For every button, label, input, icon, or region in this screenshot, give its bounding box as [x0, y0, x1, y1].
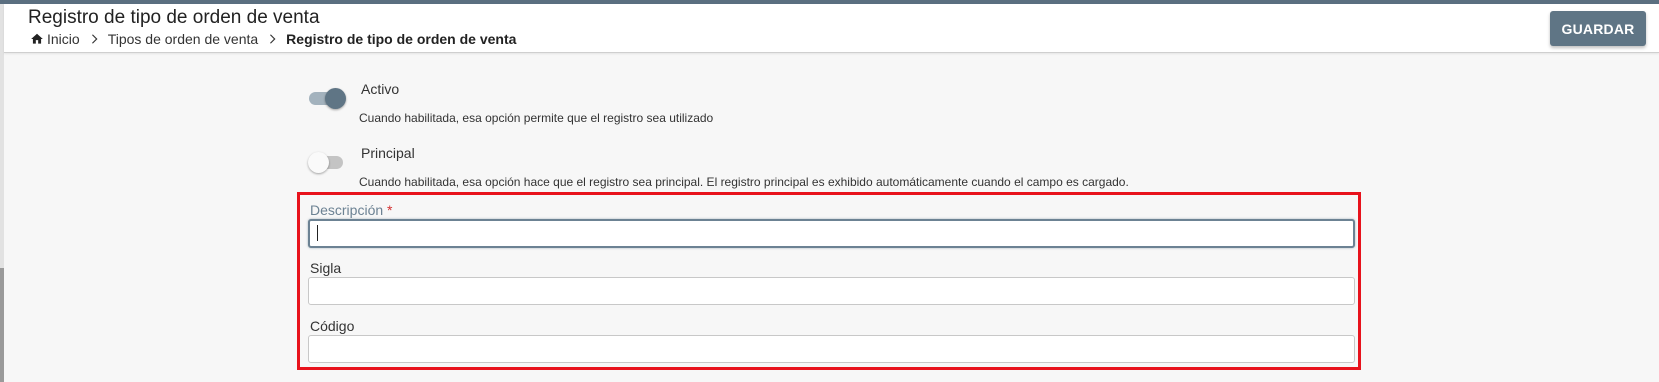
- codigo-input[interactable]: [308, 335, 1355, 363]
- principal-toggle[interactable]: [308, 150, 346, 174]
- toggle-thumb: [308, 152, 329, 173]
- save-button[interactable]: GUARDAR: [1550, 11, 1646, 46]
- required-mark: *: [387, 202, 393, 218]
- active-toggle-hint: Cuando habilitada, esa opción permite qu…: [359, 111, 714, 125]
- left-scroll-edge: [0, 268, 4, 382]
- description-label: Descripción *: [310, 202, 392, 218]
- page-header: Registro de tipo de orden de venta Inici…: [4, 4, 1659, 53]
- chevron-right-icon: [91, 34, 98, 44]
- home-icon[interactable]: [30, 32, 44, 46]
- description-input[interactable]: [308, 219, 1355, 248]
- text-caret: [317, 225, 318, 241]
- chevron-right-icon: [270, 34, 276, 44]
- active-toggle[interactable]: [308, 86, 346, 110]
- breadcrumb: Inicio Tipos de orden de venta Registro …: [30, 31, 516, 47]
- breadcrumb-home-link[interactable]: Inicio: [47, 31, 80, 47]
- principal-toggle-hint: Cuando habilitada, esa opción hace que e…: [359, 175, 1129, 189]
- principal-toggle-label: Principal: [361, 145, 415, 161]
- page-title: Registro de tipo de orden de venta: [28, 7, 320, 28]
- active-toggle-label: Activo: [361, 81, 400, 97]
- description-label-text: Descripción: [310, 202, 384, 218]
- breadcrumb-current: Registro de tipo de orden de venta: [286, 31, 517, 47]
- sigla-label: Sigla: [310, 260, 342, 276]
- codigo-label: Código: [310, 318, 355, 334]
- sigla-input[interactable]: [308, 277, 1355, 305]
- breadcrumb-sales-order-types-link[interactable]: Tipos de orden de venta: [108, 31, 258, 47]
- toggle-thumb: [325, 88, 346, 109]
